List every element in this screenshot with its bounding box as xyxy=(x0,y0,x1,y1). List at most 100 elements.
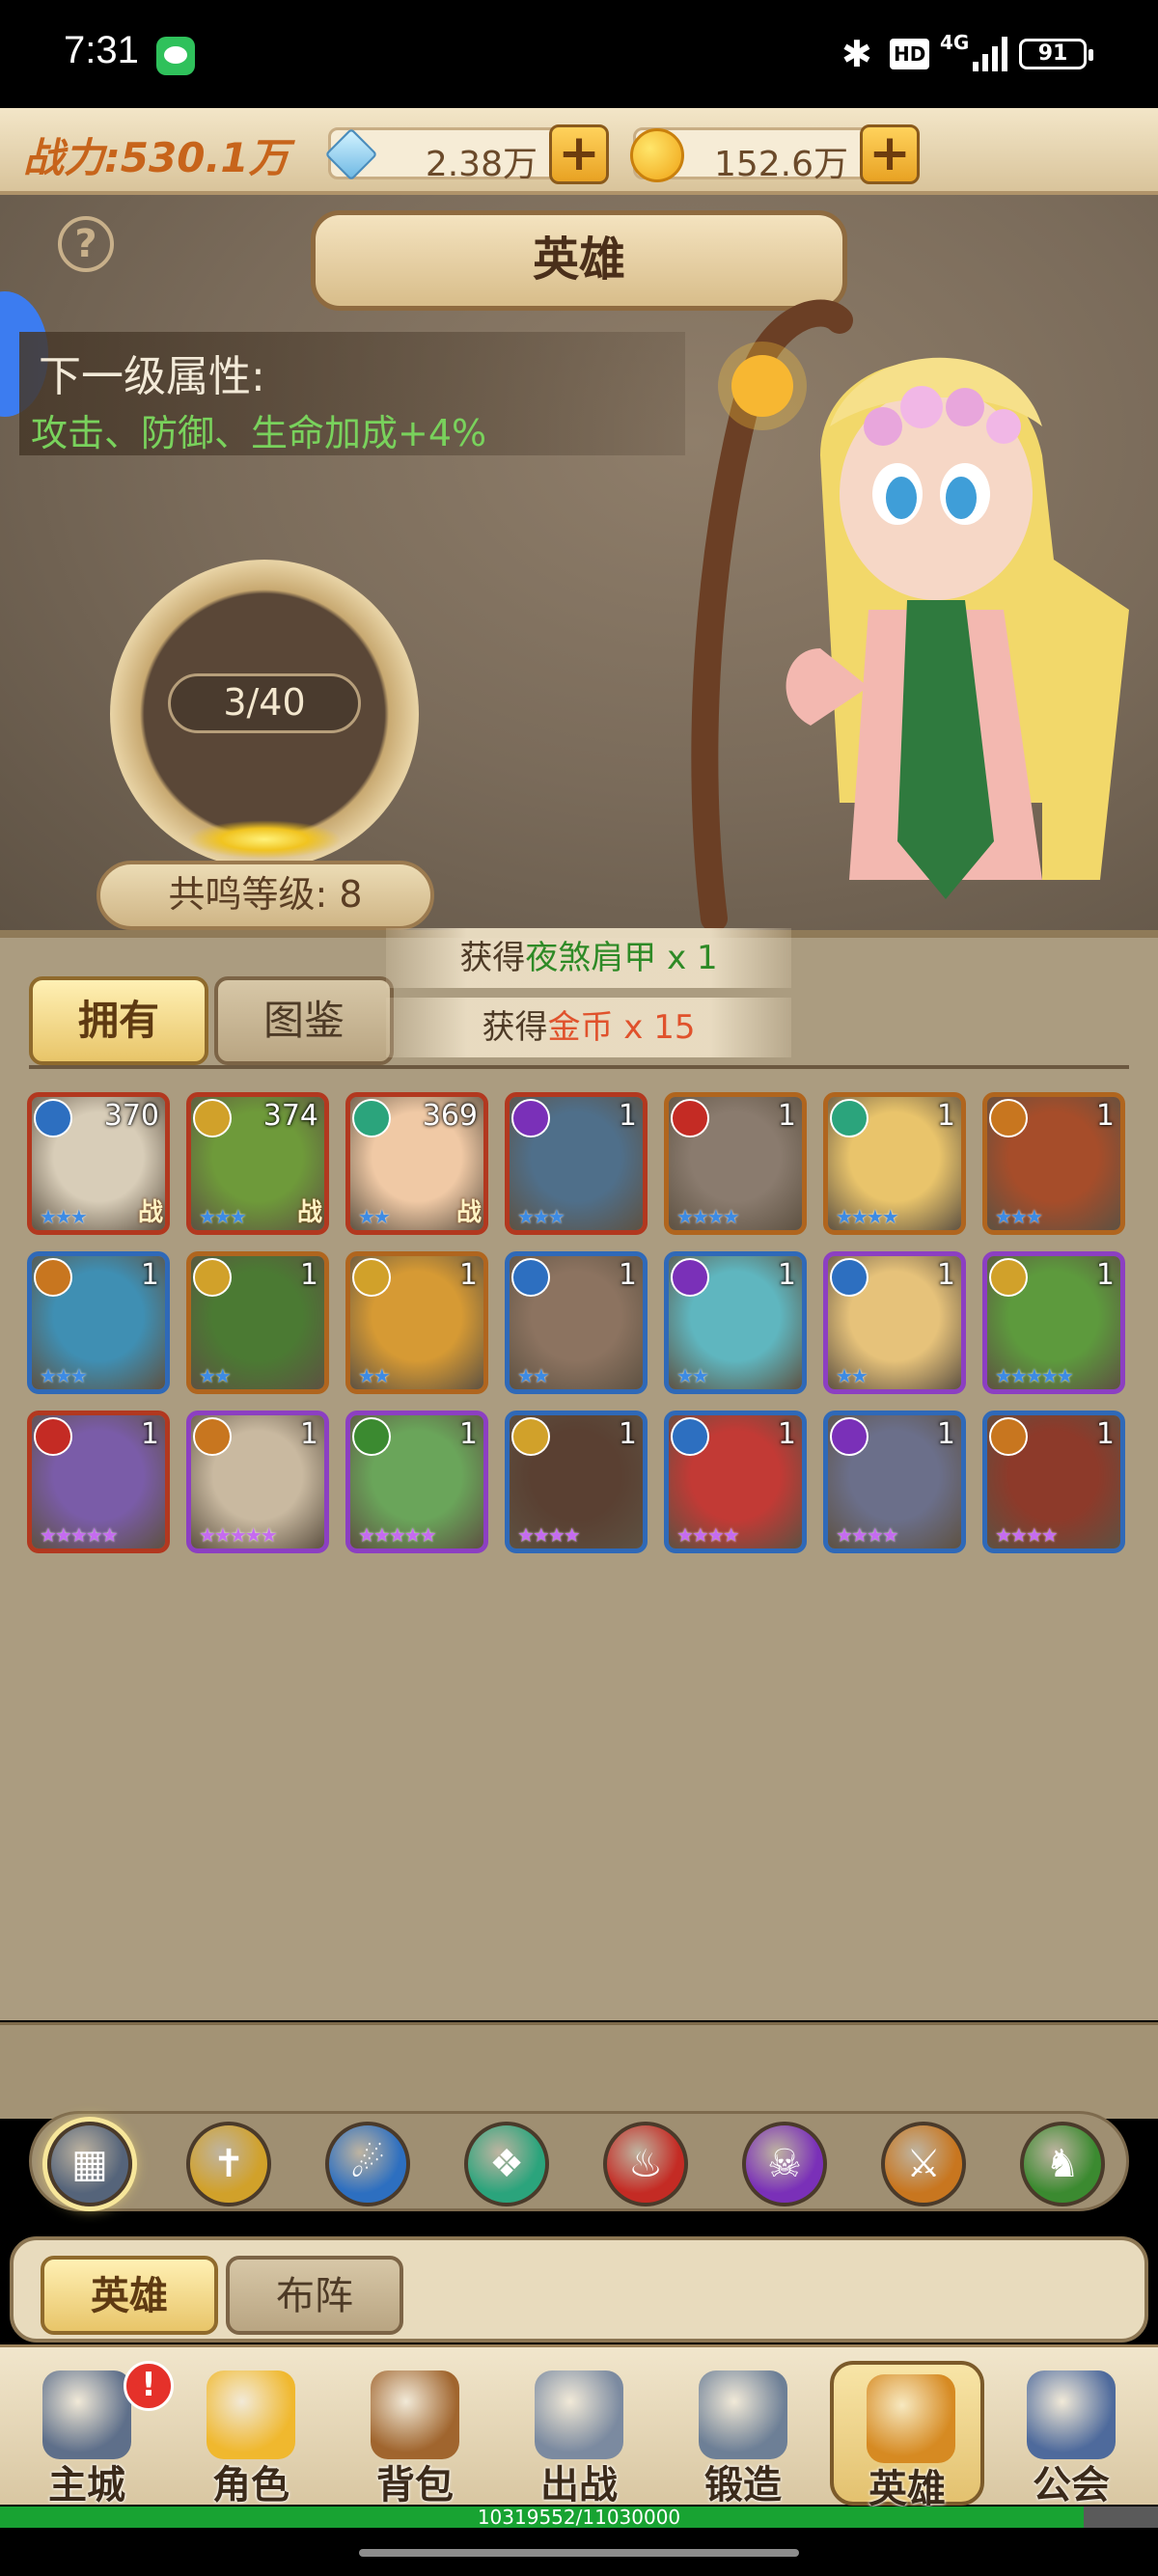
nav-item[interactable]: 角色 xyxy=(174,2361,328,2507)
hero-level: 374 xyxy=(262,1099,318,1133)
hero-stars: ★★ xyxy=(199,1364,232,1387)
hero-stars: ★★★★ xyxy=(517,1523,581,1547)
tab-owned[interactable]: 拥有 xyxy=(29,976,208,1065)
nav-label: 背包 xyxy=(376,2463,454,2507)
hero-card[interactable]: 1 ★★★★★ xyxy=(27,1411,170,1553)
holy-faction-icon[interactable]: ✝ xyxy=(186,2122,271,2206)
hero-card[interactable]: 1 ★★ xyxy=(345,1251,488,1394)
hero-card[interactable]: 1 ★★★★ xyxy=(823,1092,966,1235)
dragon-faction-icon[interactable]: ♞ xyxy=(1020,2122,1105,2206)
hero-card[interactable]: 1 ★★ xyxy=(186,1251,329,1394)
hero-card[interactable]: 370 ★★★ 战 xyxy=(27,1092,170,1235)
combat-power: 战力:530.1万 xyxy=(23,134,290,181)
chaos-faction-icon xyxy=(989,1099,1028,1137)
nature-faction-icon[interactable]: ❖ xyxy=(464,2122,549,2206)
gold-coin-icon xyxy=(630,128,684,182)
hero-level: 1 xyxy=(936,1099,955,1133)
hero-card[interactable]: 1 ★★ xyxy=(505,1251,648,1394)
toast-item: 金币 xyxy=(547,1008,614,1047)
tab-divider xyxy=(29,1065,1129,1069)
toast-item: 夜煞肩甲 xyxy=(525,939,657,977)
hero-card[interactable]: 1 ★★★ xyxy=(982,1092,1125,1235)
status-bar: 7:31 ✱ HD 4G 91 xyxy=(0,0,1158,108)
all-factions-icon[interactable]: ▦ xyxy=(47,2122,132,2206)
hero-card[interactable]: 1 ★★ xyxy=(664,1251,807,1394)
hero-stars: ★★★ xyxy=(517,1205,565,1228)
hero-level: 1 xyxy=(777,1258,796,1292)
toast-quantity: x 15 xyxy=(613,1008,696,1047)
nav-item[interactable]: 主城! xyxy=(10,2361,174,2507)
hero-stars: ★★★ xyxy=(199,1205,247,1228)
tab-guide[interactable]: 图鉴 xyxy=(214,976,394,1065)
nav-item[interactable]: 公会 xyxy=(994,2361,1148,2507)
hero-card[interactable]: 374 ★★★ 战 xyxy=(186,1092,329,1235)
network-label: 4G xyxy=(940,31,970,54)
hero-level: 1 xyxy=(1095,1417,1115,1451)
hero-card[interactable]: 1 ★★★★★ xyxy=(982,1251,1125,1394)
faction-filter-bar: ▦ ✝ ☄ ❖ ♨ ☠ ⚔ ♞ xyxy=(29,2111,1129,2211)
faction-glyph: ⚔ xyxy=(906,2142,941,2186)
hero-card[interactable]: 1 ★★★★ xyxy=(982,1411,1125,1553)
nav-item[interactable]: 锻造 xyxy=(666,2361,820,2507)
hero-level: 1 xyxy=(777,1417,796,1451)
hero-card[interactable]: 1 ★★★ xyxy=(27,1251,170,1394)
chaos-faction-icon xyxy=(989,1417,1028,1456)
hero-card[interactable]: 1 ★★★★ xyxy=(664,1411,807,1553)
home-indicator[interactable] xyxy=(359,2549,799,2557)
hero-card[interactable]: 1 ★★★★ xyxy=(505,1411,648,1553)
water-faction-icon xyxy=(511,1258,550,1297)
nav-item[interactable]: 背包 xyxy=(338,2361,492,2507)
hero-stars: ★★ xyxy=(358,1364,391,1387)
faction-glyph: ♨ xyxy=(628,2142,663,2186)
hero-level: 1 xyxy=(618,1417,637,1451)
faction-glyph: ♞ xyxy=(1045,2142,1080,2186)
tab-heroes[interactable]: 英雄 xyxy=(41,2256,218,2335)
wechat-icon xyxy=(156,37,195,75)
diamond-value: 2.38万 xyxy=(425,145,538,184)
hero-card[interactable]: 1 ★★★★ xyxy=(823,1411,966,1553)
hero-card[interactable]: 1 ★★★ xyxy=(505,1092,648,1235)
toast-prefix: 获得 xyxy=(482,1008,548,1047)
panel-footer xyxy=(0,2022,1158,2119)
hero-level: 370 xyxy=(103,1099,159,1133)
nav-label: 角色 xyxy=(212,2463,290,2507)
gesture-bar xyxy=(0,2528,1158,2576)
fire-faction-icon[interactable]: ♨ xyxy=(603,2122,688,2206)
hero-stars: ★★★★ xyxy=(836,1523,899,1547)
hero-level: 1 xyxy=(618,1099,637,1133)
hero-stars: ★★★★ xyxy=(995,1523,1059,1547)
water-faction-icon xyxy=(671,1417,709,1456)
help-icon[interactable]: ? xyxy=(58,216,114,272)
hero-stars: ★★★★★ xyxy=(199,1523,278,1547)
chaos-faction-icon xyxy=(34,1258,72,1297)
faction-glyph: ☄ xyxy=(350,2142,385,2186)
crown-icon xyxy=(207,2370,295,2459)
hero-level: 1 xyxy=(1095,1258,1115,1292)
hero-list-panel: 拥有 图鉴 获得夜煞肩甲 x 1 获得金币 x 15 370 ★★★ 战 374 ★★★… xyxy=(0,928,1158,2119)
add-diamonds-button[interactable]: + xyxy=(549,124,609,184)
holy-faction-icon xyxy=(193,1099,232,1137)
nav-item[interactable]: 英雄 xyxy=(830,2361,984,2511)
ring-glow xyxy=(187,820,342,859)
resonance-progress: 3/40 xyxy=(168,673,361,733)
hero-card[interactable]: 1 ★★ xyxy=(823,1251,966,1394)
hero-card[interactable]: 1 ★★★★★ xyxy=(186,1411,329,1553)
hero-level: 1 xyxy=(936,1417,955,1451)
water-faction-icon[interactable]: ☄ xyxy=(325,2122,410,2206)
sub-tab-bar: 英雄 布阵 xyxy=(10,2236,1148,2343)
xp-bar: 10319552/11030000 xyxy=(0,2507,1158,2528)
hero-stars: ★★★★★ xyxy=(40,1523,119,1547)
chaos-faction-icon[interactable]: ⚔ xyxy=(881,2122,966,2206)
add-gold-button[interactable]: + xyxy=(860,124,920,184)
tab-formation[interactable]: 布阵 xyxy=(226,2256,403,2335)
hero-stars: ★★ xyxy=(517,1364,550,1387)
nav-label: 出战 xyxy=(540,2463,618,2507)
next-level-label: 下一级属性: xyxy=(39,352,265,401)
hero-card[interactable]: 1 ★★★★ xyxy=(664,1092,807,1235)
hero-card[interactable]: 1 ★★★★★ xyxy=(345,1411,488,1553)
resonance-level: 共鸣等级: 8 xyxy=(96,861,434,930)
nav-item[interactable]: 出战 xyxy=(502,2361,656,2507)
hero-card[interactable]: 369 ★★ 战 xyxy=(345,1092,488,1235)
shadow-faction-icon[interactable]: ☠ xyxy=(742,2122,827,2206)
shadow-faction-icon xyxy=(671,1258,709,1297)
